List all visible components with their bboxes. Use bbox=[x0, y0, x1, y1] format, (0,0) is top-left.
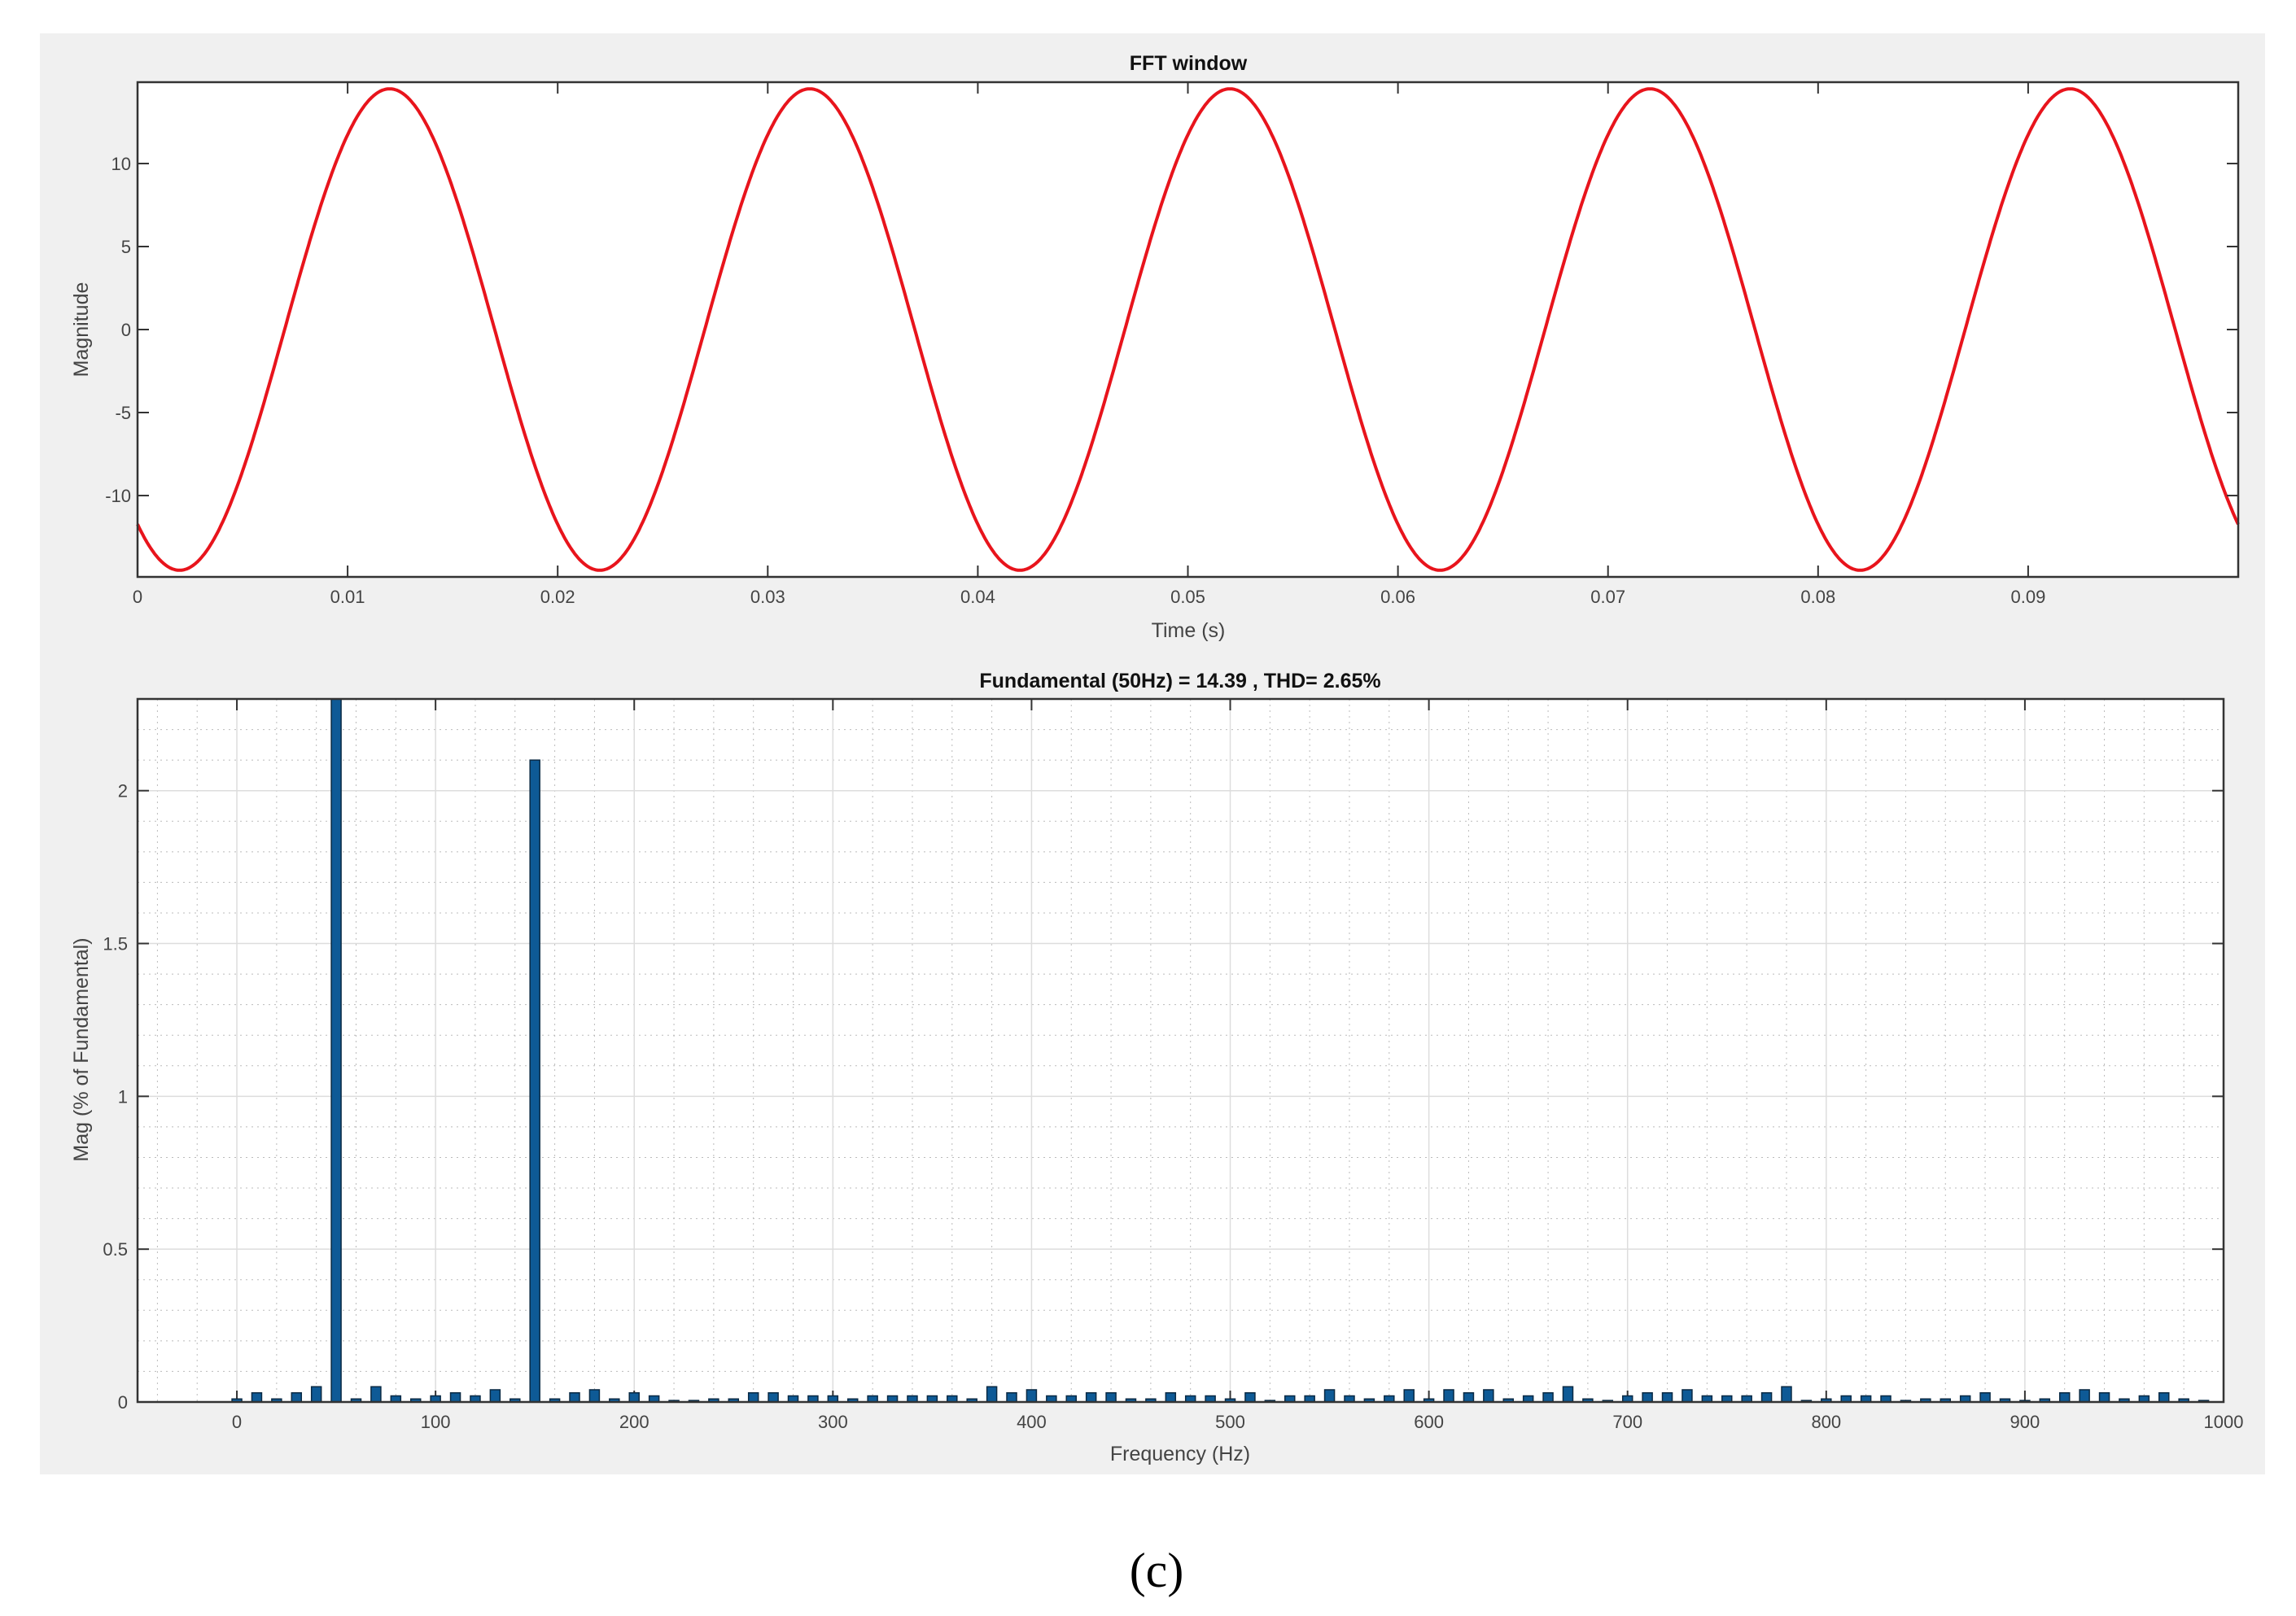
figure-caption: (c) bbox=[1130, 1544, 1184, 1597]
x-tick-label: 0.03 bbox=[750, 587, 785, 607]
bar-940hz bbox=[2098, 1391, 2110, 1403]
spectrum-plot-ylabel: Mag (% of Fundamental) bbox=[70, 937, 93, 1161]
x-tick-label: 0.07 bbox=[1590, 587, 1625, 607]
bar-380hz bbox=[986, 1386, 998, 1403]
bar-270hz bbox=[768, 1391, 779, 1403]
bar-40hz bbox=[310, 1386, 322, 1403]
bar-610hz bbox=[1443, 1389, 1454, 1403]
x-tick-label: 0.09 bbox=[2010, 587, 2045, 607]
time-plot-ylabel: Magnitude bbox=[70, 282, 93, 378]
bar-620hz bbox=[1463, 1391, 1475, 1403]
bar-660hz bbox=[1542, 1391, 1554, 1403]
x-tick-label: 0.04 bbox=[960, 587, 995, 607]
time-plot: 0 0.01 0.02 0.03 0.04 0.05 0.06 0.07 0.08 0.09 10 5… bbox=[105, 81, 2240, 607]
bar-430hz bbox=[1085, 1391, 1097, 1403]
bar-550hz bbox=[1323, 1389, 1336, 1403]
y-tick-label: 10 bbox=[112, 154, 131, 174]
x-tick-label: 200 bbox=[619, 1412, 649, 1432]
bar-10hz bbox=[251, 1391, 263, 1403]
x-tick-label: 0.05 bbox=[1170, 587, 1205, 607]
bar-720hz bbox=[1661, 1391, 1673, 1403]
bar-260hz bbox=[747, 1391, 759, 1403]
bar-150hz bbox=[529, 759, 540, 1403]
x-tick-label: 0 bbox=[232, 1412, 242, 1432]
bar-510hz bbox=[1244, 1391, 1256, 1403]
x-tick-label: 100 bbox=[421, 1412, 451, 1432]
bar-880hz bbox=[1979, 1391, 1991, 1403]
bar-630hz bbox=[1483, 1389, 1494, 1403]
bar-180hz bbox=[588, 1389, 601, 1403]
y-tick-label: 5 bbox=[121, 237, 131, 257]
spectrum-plot-xlabel: Frequency (Hz) bbox=[1110, 1443, 1250, 1465]
bar-670hz bbox=[1562, 1386, 1574, 1403]
x-tick-label: 800 bbox=[1811, 1412, 1841, 1432]
bar-710hz bbox=[1642, 1391, 1653, 1403]
plot-area bbox=[138, 699, 2224, 1402]
bar-30hz bbox=[291, 1391, 303, 1403]
spectrum-plot: 0 100 200 300 400 500 600 700 800 900 1000 0 0.5 1 1.5… bbox=[103, 697, 2244, 1432]
bar-50hz bbox=[330, 698, 342, 1403]
y-tick-label: -10 bbox=[105, 486, 131, 506]
bar-930hz bbox=[2079, 1389, 2090, 1403]
figure: 0 0.01 0.02 0.03 0.04 0.05 0.06 0.07 0.08 0.09105… bbox=[40, 33, 2265, 1597]
y-tick-label: 0 bbox=[121, 320, 131, 340]
y-tick-label: 1.5 bbox=[103, 934, 128, 954]
y-tick-label: 1 bbox=[118, 1086, 128, 1107]
bar-730hz bbox=[1682, 1389, 1693, 1403]
x-tick-label: 0.06 bbox=[1380, 587, 1415, 607]
x-tick-label: 600 bbox=[1414, 1412, 1444, 1432]
bar-200hz bbox=[628, 1391, 640, 1403]
bar-390hz bbox=[1006, 1391, 1017, 1403]
time-plot-title: FFT window bbox=[1130, 52, 1248, 75]
x-tick-label: 0.08 bbox=[1800, 587, 1835, 607]
bar-110hz bbox=[449, 1391, 461, 1403]
x-tick-label: 0.02 bbox=[540, 587, 575, 607]
bar-170hz bbox=[569, 1391, 580, 1403]
y-tick-label: -5 bbox=[115, 403, 131, 423]
bar-130hz bbox=[489, 1389, 501, 1403]
plot-area bbox=[138, 82, 2238, 577]
bar-590hz bbox=[1403, 1389, 1415, 1403]
time-plot-xlabel: Time (s) bbox=[1152, 619, 1226, 642]
bar-920hz bbox=[2058, 1391, 2071, 1403]
x-tick-label: 0 bbox=[133, 587, 142, 607]
x-tick-label: 400 bbox=[1017, 1412, 1047, 1432]
bar-780hz bbox=[1781, 1386, 1792, 1403]
y-tick-label: 0 bbox=[118, 1392, 128, 1413]
x-tick-label: 700 bbox=[1612, 1412, 1642, 1432]
bar-970hz bbox=[2158, 1391, 2170, 1403]
x-tick-label: 0.01 bbox=[330, 587, 365, 607]
x-tick-label: 900 bbox=[2010, 1412, 2040, 1432]
x-tick-label: 300 bbox=[818, 1412, 848, 1432]
x-tick-label: 500 bbox=[1215, 1412, 1245, 1432]
bar-70hz bbox=[370, 1386, 382, 1403]
spectrum-plot-title: Fundamental (50Hz) = 14.39 , THD= 2.65% bbox=[979, 670, 1380, 692]
x-tick-label: 1000 bbox=[2204, 1412, 2244, 1432]
bar-470hz bbox=[1165, 1391, 1177, 1403]
bar-400hz bbox=[1026, 1389, 1038, 1403]
y-tick-label: 2 bbox=[118, 781, 128, 801]
bar-440hz bbox=[1105, 1391, 1117, 1403]
bar-770hz bbox=[1760, 1391, 1773, 1403]
y-tick-label: 0.5 bbox=[103, 1239, 128, 1260]
